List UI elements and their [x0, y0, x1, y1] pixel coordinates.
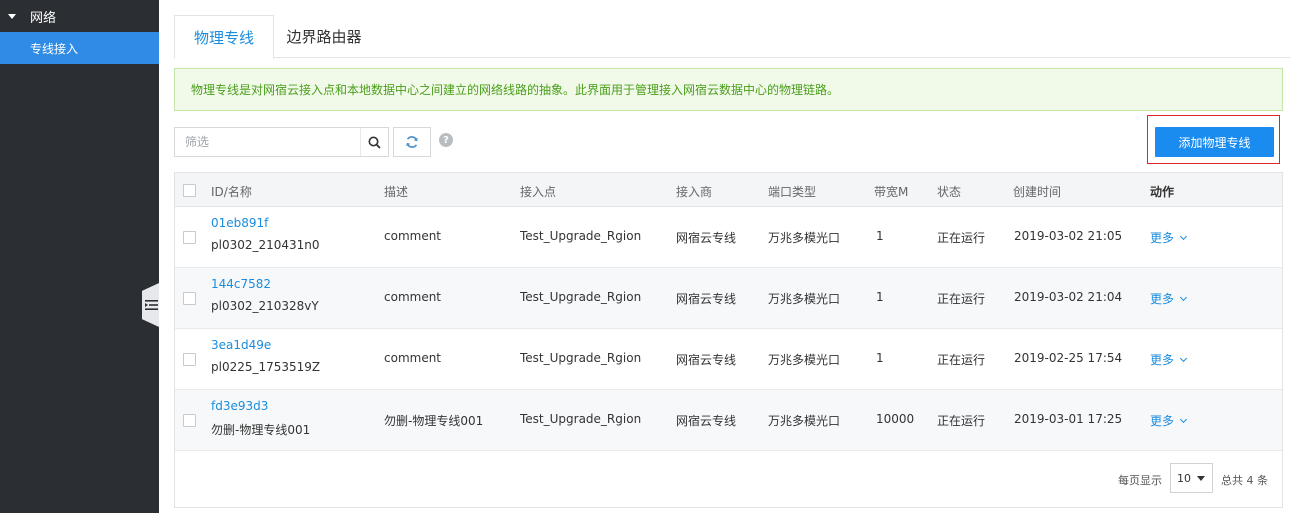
row-status: 正在运行 — [937, 414, 986, 428]
row-provider: 网宿云专线 — [676, 414, 737, 428]
chevron-down-icon — [1179, 293, 1188, 302]
more-label: 更多 — [1150, 292, 1175, 306]
filter-box — [174, 127, 389, 157]
header-created-time: 创建时间 — [1013, 185, 1062, 199]
pagination: 每页显示 10 总共 4 条 — [175, 452, 1282, 507]
row-access-point: Test_Upgrade_Rgion — [520, 351, 642, 365]
header-access-point: 接入点 — [520, 185, 557, 199]
tab-bar: 物理专线 边界路由器 — [174, 15, 1290, 59]
row-created-time: 2019-02-25 17:54 — [1014, 351, 1123, 365]
add-physical-line-button[interactable]: 添加物理专线 — [1155, 127, 1274, 157]
chevron-down-icon — [1179, 232, 1188, 241]
row-port-type: 万兆多模光口 — [768, 292, 841, 306]
header-description: 描述 — [384, 185, 409, 199]
more-label: 更多 — [1150, 231, 1175, 245]
search-icon — [368, 136, 381, 149]
row-access-point: Test_Upgrade_Rgion — [520, 229, 642, 243]
row-created-time: 2019-03-02 21:04 — [1014, 290, 1123, 304]
more-label: 更多 — [1150, 353, 1175, 367]
row-name: pl0302_210328vY — [211, 299, 319, 313]
filter-input[interactable] — [175, 128, 361, 156]
row-more-menu[interactable]: 更多 — [1150, 412, 1188, 429]
sidebar-item-label: 专线接入 — [30, 41, 79, 56]
notice-text: 物理专线是对网宿云接入点和本地数据中心之间建立的网络线路的抽象。此界面用于管理接… — [191, 83, 840, 97]
tab-physical-line[interactable]: 物理专线 — [174, 15, 274, 59]
row-checkbox[interactable] — [183, 353, 196, 366]
row-bandwidth: 1 — [876, 351, 884, 365]
add-button-highlight: 添加物理专线 — [1147, 115, 1280, 164]
header-status: 状态 — [937, 185, 962, 199]
refresh-icon — [406, 136, 418, 148]
row-bandwidth: 1 — [876, 229, 884, 243]
total-count: 总共 4 条 — [1221, 474, 1268, 487]
refresh-button[interactable] — [393, 127, 431, 157]
row-id-link[interactable]: fd3e93d3 — [211, 399, 268, 413]
row-more-menu[interactable]: 更多 — [1150, 290, 1188, 307]
sidebar: 网络 专线接入 — [0, 0, 159, 513]
row-name: 勿删-物理专线001 — [211, 423, 311, 437]
help-icon[interactable]: ? — [439, 133, 453, 147]
chevron-down-icon — [1179, 354, 1188, 363]
row-access-point: Test_Upgrade_Rgion — [520, 412, 642, 426]
row-description: comment — [384, 229, 442, 243]
row-provider: 网宿云专线 — [676, 292, 737, 306]
search-button[interactable] — [360, 128, 388, 156]
physical-line-table: ID/名称 描述 接入点 接入商 端口类型 带宽M 状态 创建时间 动作 01e… — [174, 172, 1283, 508]
per-page-value: 10 — [1177, 471, 1191, 485]
menu-collapse-icon — [145, 300, 158, 310]
row-id-link[interactable]: 01eb891f — [211, 216, 268, 230]
tab-border-router[interactable]: 边界路由器 — [274, 15, 374, 58]
row-id-link[interactable]: 3ea1d49e — [211, 338, 271, 352]
row-created-time: 2019-03-02 21:05 — [1014, 229, 1123, 243]
row-port-type: 万兆多模光口 — [768, 353, 841, 367]
table-row: 144c7582 pl0302_210328vY comment Test_Up… — [175, 268, 1282, 329]
row-description: 勿删-物理专线001 — [384, 414, 484, 428]
more-label: 更多 — [1150, 414, 1175, 428]
sidebar-item-dedicated-access[interactable]: 专线接入 — [0, 32, 159, 64]
chevron-down-icon — [1179, 415, 1188, 424]
row-name: pl0302_210431n0 — [211, 238, 320, 252]
row-port-type: 万兆多模光口 — [768, 231, 841, 245]
info-notice: 物理专线是对网宿云接入点和本地数据中心之间建立的网络线路的抽象。此界面用于管理接… — [174, 68, 1283, 111]
per-page-label: 每页显示 — [1118, 474, 1162, 487]
table-header: ID/名称 描述 接入点 接入商 端口类型 带宽M 状态 创建时间 动作 — [175, 173, 1282, 207]
header-id-name[interactable]: ID/名称 — [211, 183, 252, 200]
row-checkbox[interactable] — [183, 231, 196, 244]
row-name: pl0225_1753519Z — [211, 360, 321, 374]
table-row: 3ea1d49e pl0225_1753519Z comment Test_Up… — [175, 329, 1282, 390]
header-port-type: 端口类型 — [768, 185, 817, 199]
table-row: 01eb891f pl0302_210431n0 comment Test_Up… — [175, 207, 1282, 268]
row-more-menu[interactable]: 更多 — [1150, 229, 1188, 246]
header-provider: 接入商 — [676, 185, 713, 199]
row-status: 正在运行 — [937, 231, 986, 245]
row-provider: 网宿云专线 — [676, 353, 737, 367]
row-port-type: 万兆多模光口 — [768, 414, 841, 428]
dropdown-arrow-icon — [1197, 476, 1205, 481]
per-page-select[interactable]: 10 — [1170, 463, 1213, 493]
sidebar-group-label: 网络 — [30, 10, 57, 26]
row-checkbox[interactable] — [183, 292, 196, 305]
row-description: comment — [384, 351, 442, 365]
row-status: 正在运行 — [937, 292, 986, 306]
select-all-checkbox[interactable] — [183, 184, 196, 197]
row-created-time: 2019-03-01 17:25 — [1014, 412, 1123, 426]
row-bandwidth: 1 — [876, 290, 884, 304]
caret-down-icon — [8, 13, 16, 19]
header-bandwidth: 带宽M — [874, 185, 909, 199]
row-description: comment — [384, 290, 442, 304]
header-action: 动作 — [1150, 185, 1175, 199]
row-more-menu[interactable]: 更多 — [1150, 351, 1188, 368]
row-status: 正在运行 — [937, 353, 986, 367]
row-provider: 网宿云专线 — [676, 231, 737, 245]
row-checkbox[interactable] — [183, 414, 196, 427]
row-id-link[interactable]: 144c7582 — [211, 277, 271, 291]
row-access-point: Test_Upgrade_Rgion — [520, 290, 642, 304]
sidebar-group-network[interactable]: 网络 — [0, 0, 159, 32]
table-row: fd3e93d3 勿删-物理专线001 勿删-物理专线001 Test_Upgr… — [175, 390, 1282, 451]
row-bandwidth: 10000 — [876, 412, 915, 426]
